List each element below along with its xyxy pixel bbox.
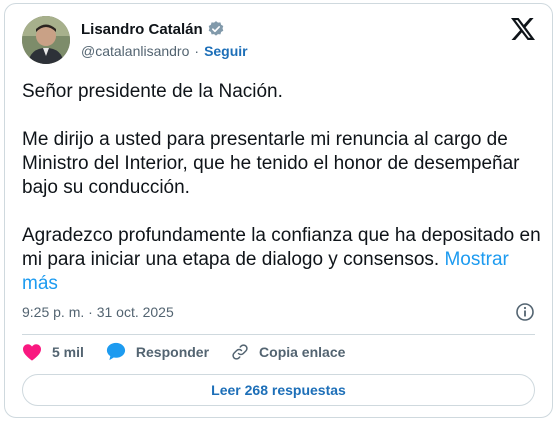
tweet-card: Lisandro Catalán @catalanlisandro · Segu…	[4, 3, 553, 418]
copy-link-button[interactable]: Copia enlace	[231, 343, 345, 361]
tweet-paragraph: Señor presidente de la Nación.	[22, 81, 283, 102]
reply-label: Responder	[135, 343, 210, 360]
separator-dot: ·	[194, 43, 200, 59]
link-icon	[232, 343, 248, 360]
like-button[interactable]: 5 mil	[22, 343, 84, 361]
author-name[interactable]: Lisandro Catalán	[81, 21, 203, 38]
tweet-paragraph: Me dirijo a usted para presentarle mi re…	[22, 129, 520, 198]
avatar[interactable]	[22, 16, 70, 64]
copy-link-label: Copia enlace	[259, 343, 346, 360]
read-replies-label: Leer 268 respuestas	[211, 382, 346, 398]
tweet-paragraph-last: Agradezco profundamente la confianza que…	[22, 224, 542, 296]
divider	[22, 334, 535, 335]
heart-icon	[23, 343, 41, 361]
author-handle[interactable]: @catalanlisandro	[81, 43, 189, 59]
like-count: 5 mil	[52, 343, 84, 360]
verified-badge-icon	[207, 20, 225, 38]
handle-row: @catalanlisandro · Seguir	[81, 43, 248, 59]
tweet-text: Señor presidente de la Nación. Me dirijo…	[22, 80, 542, 296]
author-name-row: Lisandro Catalán	[81, 20, 225, 38]
tweet-timestamp[interactable]: 9:25 p. m. · 31 oct. 2025	[22, 304, 174, 320]
x-logo-icon[interactable]	[511, 18, 535, 40]
follow-button[interactable]: Seguir	[204, 43, 248, 59]
read-replies-button[interactable]: Leer 268 respuestas	[22, 374, 535, 406]
reply-bubble-icon	[106, 342, 125, 361]
action-bar: 5 mil Responder Copia enlace	[22, 342, 367, 361]
info-icon[interactable]	[515, 302, 535, 322]
reply-button[interactable]: Responder	[106, 342, 209, 361]
